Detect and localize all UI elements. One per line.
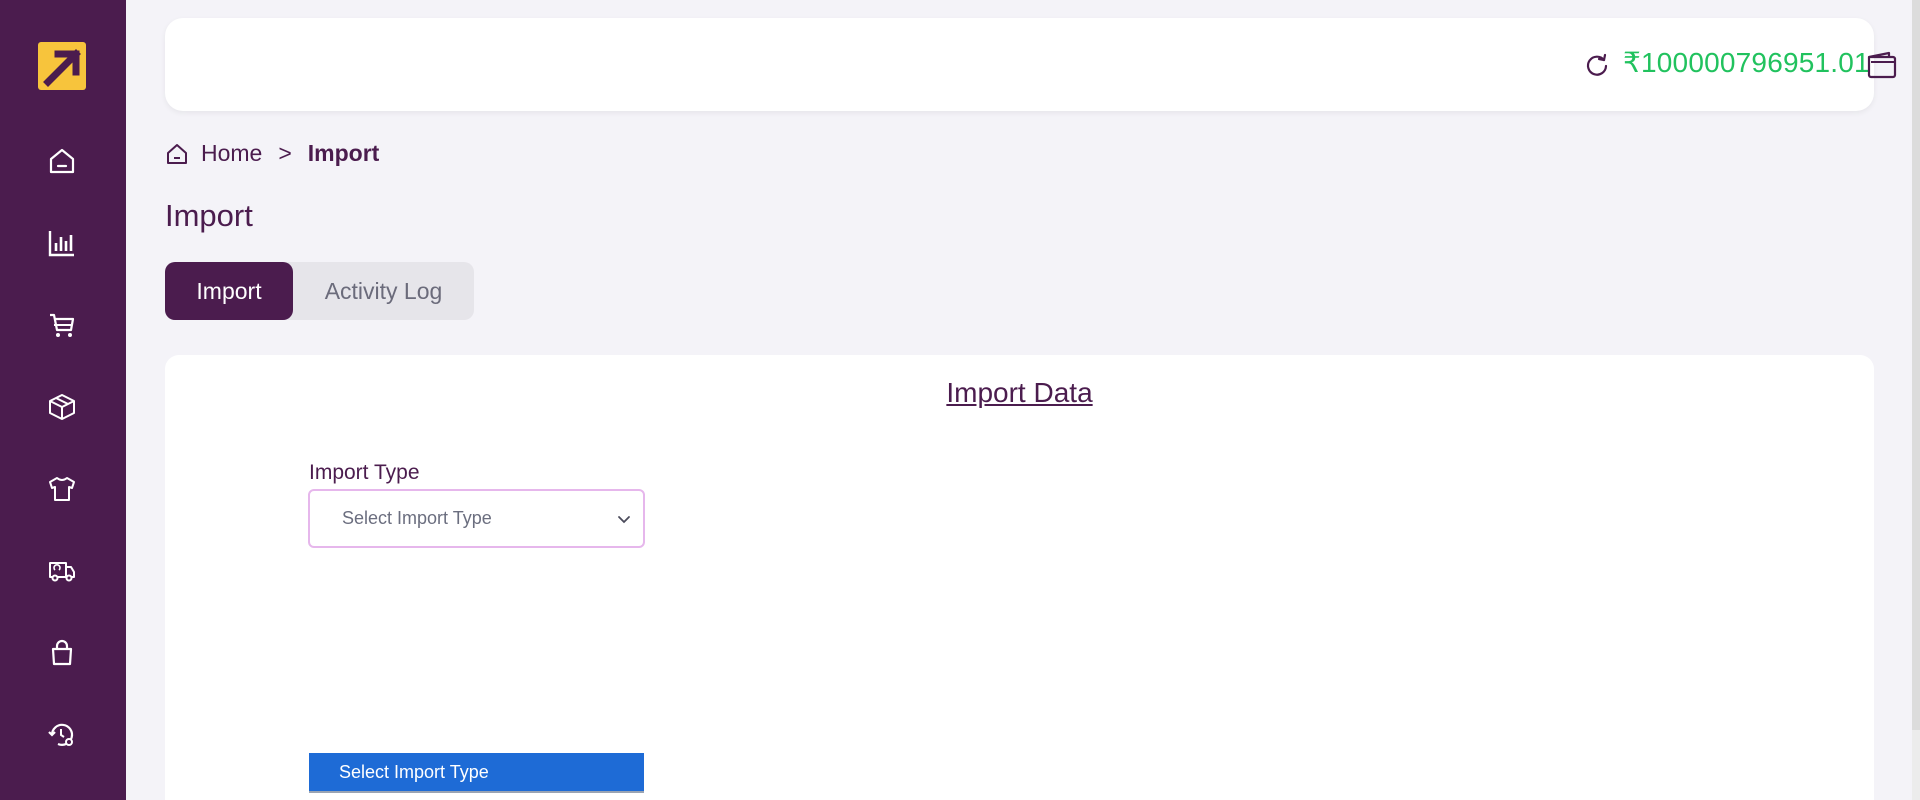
page-scrollbar[interactable]	[1912, 0, 1920, 800]
wallet-balance: ₹100000796951.01	[1623, 47, 1870, 78]
logo[interactable]	[38, 42, 86, 90]
import-card: Import Data Import Type Select Import Ty…	[165, 355, 1874, 800]
card-title: Import Data	[946, 377, 1093, 408]
breadcrumb-current: Import	[307, 140, 380, 166]
truck-icon	[49, 562, 75, 582]
sidebar-item-bag[interactable]	[45, 636, 79, 670]
refresh-icon[interactable]	[1583, 51, 1611, 79]
history-settings-icon	[48, 723, 74, 746]
wallet-icon[interactable]	[1865, 49, 1899, 81]
arrow-logo-icon	[43, 49, 81, 87]
tab-bar: Import Activity Log	[165, 262, 474, 320]
home-icon[interactable]	[165, 142, 189, 166]
tshirt-icon	[49, 477, 75, 501]
sidebar-item-products[interactable]	[45, 390, 79, 424]
analytics-icon	[48, 231, 74, 257]
sidebar-item-analytics[interactable]	[45, 226, 79, 260]
sidebar-item-delivery[interactable]	[45, 554, 79, 588]
top-header: ₹100000796951.01	[165, 18, 1897, 111]
dropdown-option-select-import-type[interactable]: Select Import Type	[309, 753, 644, 793]
box-icon	[49, 394, 75, 420]
bag-icon	[51, 639, 73, 666]
sidebar-item-history-settings[interactable]	[45, 718, 79, 752]
sidebar-item-home[interactable]	[45, 144, 79, 178]
page-title: Import	[165, 198, 253, 233]
chevron-down-icon	[618, 516, 630, 524]
cart-icon	[50, 313, 75, 337]
sidebar-item-cart[interactable]	[45, 308, 79, 342]
sidebar	[0, 0, 126, 800]
import-type-label: Import Type	[309, 461, 420, 484]
import-type-select[interactable]: Select Import Type	[308, 489, 645, 548]
scrollbar-thumb[interactable]	[1912, 0, 1920, 730]
home-icon	[49, 148, 75, 174]
tab-import[interactable]: Import	[165, 262, 293, 320]
sidebar-item-apparel[interactable]	[45, 472, 79, 506]
select-value: Select Import Type	[342, 508, 492, 528]
breadcrumb-separator: >	[278, 140, 292, 166]
tab-activity-log[interactable]: Activity Log	[293, 262, 474, 320]
breadcrumb: Home > Import	[165, 140, 379, 167]
breadcrumb-home-link[interactable]: Home	[201, 140, 262, 167]
